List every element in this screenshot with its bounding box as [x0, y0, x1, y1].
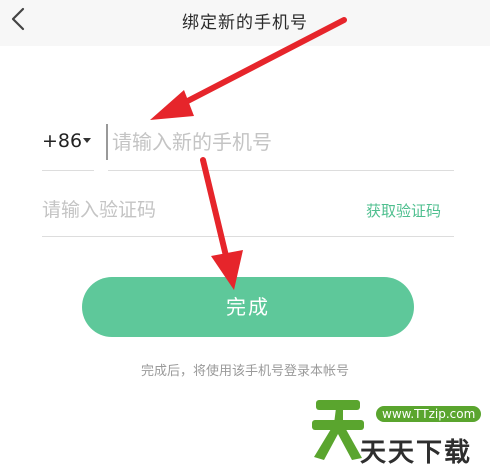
country-code-selector[interactable]: +86 [42, 130, 82, 152]
phone-input[interactable] [106, 124, 457, 160]
phone-underline [108, 170, 454, 171]
verification-code-input[interactable] [42, 192, 342, 228]
watermark-logo: www.TTzip.com 天天下载 [306, 384, 486, 472]
verification-code-underline [42, 236, 454, 237]
submit-button[interactable]: 完成 [82, 277, 414, 337]
caret-down-icon[interactable] [83, 138, 91, 143]
watermark-text: 天天下载 [360, 438, 473, 468]
page-title: 绑定新的手机号 [182, 13, 308, 33]
header-bar: 绑定新的手机号 [0, 0, 490, 46]
get-code-button[interactable]: 获取验证码 [366, 200, 441, 221]
hint-text: 完成后，将使用该手机号登录本帐号 [140, 364, 349, 379]
watermark-url: www.TTzip.com [376, 406, 482, 422]
country-code-underline [42, 170, 94, 171]
